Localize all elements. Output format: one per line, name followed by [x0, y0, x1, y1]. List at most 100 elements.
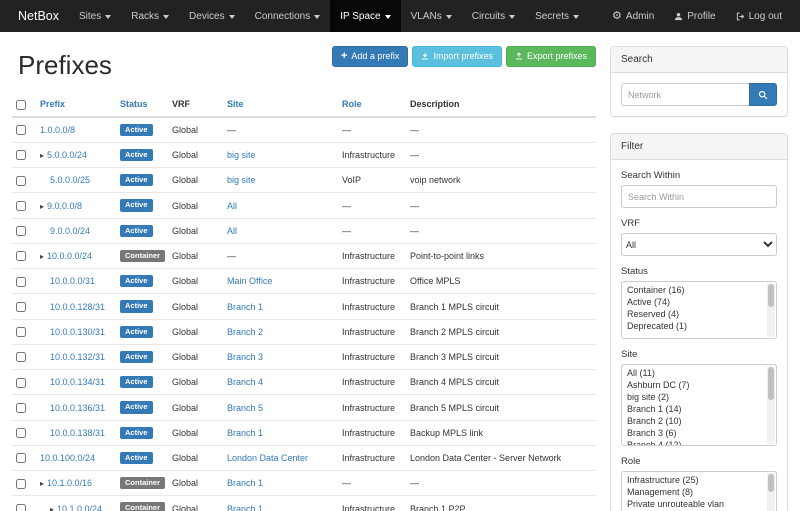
row-checkbox[interactable]: [16, 504, 26, 511]
prefix-link[interactable]: 10.1.0.0/16: [47, 478, 92, 488]
prefix-link[interactable]: 10.0.0.134/31: [50, 377, 105, 387]
prefix-link[interactable]: 9.0.0.0/8: [47, 201, 82, 211]
page-title: Prefixes: [18, 50, 112, 81]
prefix-link[interactable]: 10.0.0.128/31: [50, 302, 105, 312]
role-option[interactable]: Management (8): [622, 486, 766, 498]
prefix-link[interactable]: 10.0.100.0/24: [40, 453, 95, 463]
row-checkbox[interactable]: [16, 302, 26, 312]
search-input[interactable]: [621, 83, 749, 106]
status-option[interactable]: Container (16): [622, 284, 766, 296]
scrollbar[interactable]: [767, 283, 775, 337]
row-checkbox[interactable]: [16, 176, 26, 186]
nav-item-secrets[interactable]: Secrets: [525, 0, 589, 32]
site-option[interactable]: big site (2): [622, 391, 766, 403]
description-cell: —: [406, 117, 596, 143]
prefix-link[interactable]: 10.0.0.136/31: [50, 403, 105, 413]
site-link[interactable]: All: [227, 201, 237, 211]
site-option[interactable]: Branch 4 (12): [622, 439, 766, 446]
role-label: Role: [621, 456, 777, 467]
status-option[interactable]: Reserved (4): [622, 308, 766, 320]
status-listbox[interactable]: Container (16)Active (74)Reserved (4)Dep…: [621, 281, 777, 339]
expand-toggle-icon[interactable]: ▸: [50, 505, 54, 511]
vrf-select[interactable]: All: [621, 233, 777, 256]
nav-item-devices[interactable]: Devices: [179, 0, 245, 32]
status-option[interactable]: Active (74): [622, 296, 766, 308]
prefix-link[interactable]: 10.0.0.0/24: [47, 251, 92, 261]
role-option[interactable]: Private unrouteable vlan: [622, 498, 766, 510]
row-checkbox[interactable]: [16, 125, 26, 135]
prefix-link[interactable]: 10.0.0.0/31: [50, 276, 95, 286]
site-link[interactable]: Branch 1: [227, 504, 263, 511]
site-link[interactable]: London Data Center: [227, 453, 308, 463]
export-prefixes-button[interactable]: Export prefixes: [506, 46, 596, 67]
site-option[interactable]: Branch 3 (6): [622, 427, 766, 439]
site-link[interactable]: All: [227, 226, 237, 236]
row-checkbox[interactable]: [16, 251, 26, 261]
column-header-status[interactable]: Status: [120, 99, 148, 109]
status-option[interactable]: Deprecated (1): [622, 320, 766, 332]
site-option[interactable]: All (11): [622, 367, 766, 379]
prefix-link[interactable]: 9.0.0.0/24: [50, 226, 90, 236]
row-checkbox[interactable]: [16, 428, 26, 438]
prefix-link[interactable]: 10.0.0.132/31: [50, 352, 105, 362]
expand-toggle-icon[interactable]: ▸: [40, 151, 44, 160]
search-button[interactable]: [749, 83, 777, 106]
nav-item-circuits[interactable]: Circuits: [462, 0, 525, 32]
scrollbar[interactable]: [767, 366, 775, 444]
nav-item-log-out[interactable]: Log out: [726, 0, 792, 32]
nav-item-ip-space[interactable]: IP Space: [330, 0, 400, 32]
row-checkbox[interactable]: [16, 453, 26, 463]
nav-item-sites[interactable]: Sites: [69, 0, 121, 32]
site-link[interactable]: big site: [227, 150, 256, 160]
site-link[interactable]: Branch 3: [227, 352, 263, 362]
row-checkbox[interactable]: [16, 378, 26, 388]
site-link[interactable]: Main Office: [227, 276, 272, 286]
site-link[interactable]: big site: [227, 175, 256, 185]
column-header-site[interactable]: Site: [227, 99, 244, 109]
row-checkbox[interactable]: [16, 277, 26, 287]
expand-toggle-icon[interactable]: ▸: [40, 202, 44, 211]
nav-item-vlans[interactable]: VLANs: [401, 0, 462, 32]
site-listbox[interactable]: All (11)Ashburn DC (7)big site (2)Branch…: [621, 364, 777, 446]
column-header-prefix[interactable]: Prefix: [40, 99, 65, 109]
site-link[interactable]: Branch 1: [227, 428, 263, 438]
site-link[interactable]: Branch 4: [227, 377, 263, 387]
site-link[interactable]: Branch 1: [227, 478, 263, 488]
prefix-link[interactable]: 10.0.0.130/31: [50, 327, 105, 337]
row-checkbox[interactable]: [16, 201, 26, 211]
row-checkbox[interactable]: [16, 403, 26, 413]
role-listbox[interactable]: Infrastructure (25)Management (8)Private…: [621, 471, 777, 511]
prefix-link[interactable]: 5.0.0.0/25: [50, 175, 90, 185]
prefix-link[interactable]: 10.1.0.0/24: [57, 504, 102, 511]
brand-link[interactable]: NetBox: [8, 0, 69, 32]
expand-toggle-icon[interactable]: ▸: [40, 252, 44, 261]
site-option[interactable]: Branch 1 (14): [622, 403, 766, 415]
add-prefix-button[interactable]: + Add a prefix: [332, 46, 408, 67]
prefix-link[interactable]: 10.0.0.138/31: [50, 428, 105, 438]
search-within-input[interactable]: [621, 185, 777, 208]
site-option[interactable]: Branch 2 (10): [622, 415, 766, 427]
import-prefixes-button[interactable]: Import prefixes: [412, 46, 502, 67]
row-checkbox[interactable]: [16, 352, 26, 362]
role-option[interactable]: Infrastructure (25): [622, 474, 766, 486]
scrollbar[interactable]: [767, 473, 775, 511]
row-checkbox[interactable]: [16, 150, 26, 160]
site-link[interactable]: Branch 2: [227, 327, 263, 337]
site-option[interactable]: Ashburn DC (7): [622, 379, 766, 391]
column-header-role[interactable]: Role: [342, 99, 362, 109]
row-checkbox[interactable]: [16, 479, 26, 489]
expand-toggle-icon[interactable]: ▸: [40, 479, 44, 488]
nav-item-connections[interactable]: Connections: [245, 0, 331, 32]
nav-item-racks[interactable]: Racks: [121, 0, 179, 32]
nav-item-admin[interactable]: ⚙Admin: [602, 0, 664, 32]
select-all-checkbox[interactable]: [16, 100, 26, 110]
prefix-link[interactable]: 1.0.0.0/8: [40, 125, 75, 135]
vrf-cell: Global: [168, 294, 223, 319]
row-checkbox[interactable]: [16, 226, 26, 236]
nav-item-profile[interactable]: Profile: [664, 0, 725, 32]
site-link[interactable]: Branch 1: [227, 302, 263, 312]
table-row: 9.0.0.0/24ActiveGlobalAll——: [12, 218, 596, 243]
prefix-link[interactable]: 5.0.0.0/24: [47, 150, 87, 160]
row-checkbox[interactable]: [16, 327, 26, 337]
site-link[interactable]: Branch 5: [227, 403, 263, 413]
